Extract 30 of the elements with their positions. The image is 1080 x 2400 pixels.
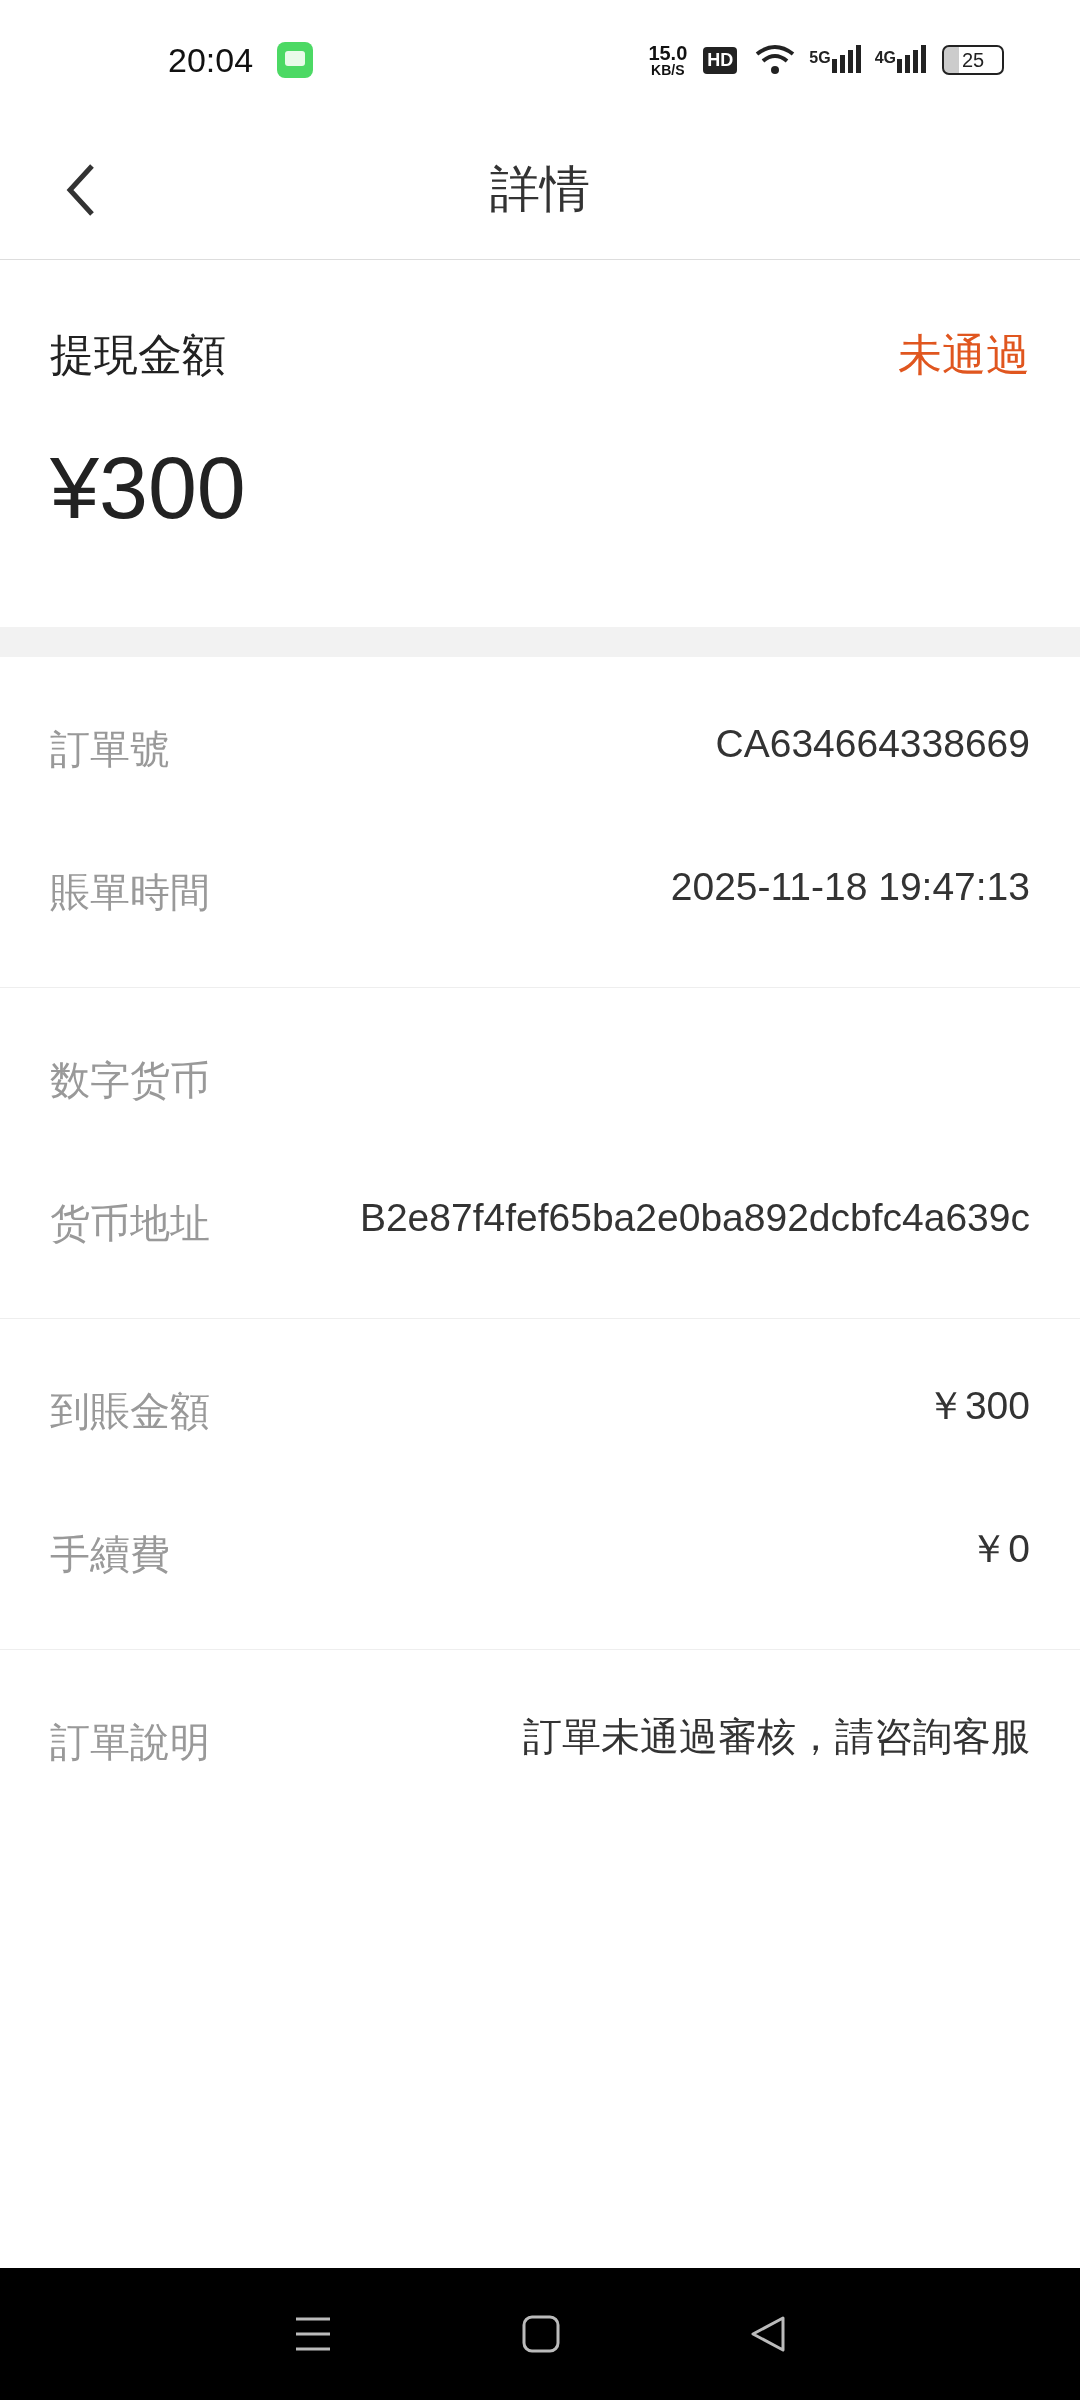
field-value: 訂單未通過審核，請咨詢客服	[523, 1714, 1030, 1760]
status-text: 未通過	[898, 329, 1030, 381]
field-label: 賬單時間	[50, 869, 210, 916]
hd-badge: HD	[703, 46, 738, 74]
network-5g-label: 5G	[809, 48, 831, 68]
battery-icon: 25	[942, 45, 1004, 75]
field-label: 訂單說明	[50, 1719, 210, 1766]
field-value: ￥0	[969, 1526, 1030, 1572]
network-speed: 15.0 KB/S	[648, 43, 688, 77]
network-4g-label: 4G	[874, 48, 896, 68]
home-icon[interactable]	[522, 2315, 560, 2353]
field-value: B2e87f4fef65ba2e0ba892dcbfc4a639c	[359, 1195, 1030, 1241]
field-value: CA634664338669	[715, 721, 1030, 767]
message-app-icon	[277, 42, 314, 78]
signal-icon	[896, 45, 926, 75]
menu-icon[interactable]	[294, 2315, 332, 2353]
field-label: 数字货币	[50, 1057, 210, 1104]
field-value: 2025-11-18 19:47:13	[670, 864, 1030, 910]
signal-icon	[830, 45, 861, 75]
back-icon[interactable]	[66, 162, 96, 217]
back-nav-icon[interactable]	[750, 2315, 786, 2353]
field-value: ￥300	[925, 1383, 1030, 1429]
field-label: 到賬金額	[50, 1388, 210, 1435]
page-title: 詳情	[490, 160, 590, 219]
field-label: 货币地址	[50, 1200, 210, 1247]
summary-label: 提現金額	[50, 329, 226, 381]
field-label: 訂單號	[50, 726, 170, 773]
status-time: 20:04	[168, 39, 254, 81]
amount-text: ¥300	[50, 444, 247, 532]
field-label: 手續費	[50, 1531, 170, 1578]
